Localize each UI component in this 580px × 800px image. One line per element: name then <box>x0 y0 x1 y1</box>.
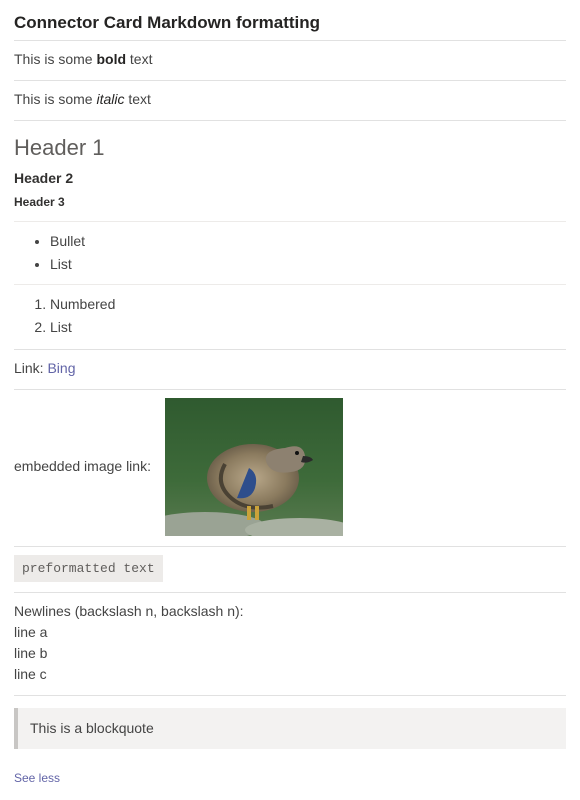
newline-b: line b <box>14 643 566 664</box>
list-item: List <box>50 253 566 276</box>
newlines-heading: Newlines (backslash n, backslash n): <box>14 601 566 622</box>
blockquote-section: This is a blockquote <box>14 696 566 759</box>
header-3: Header 3 <box>14 191 566 213</box>
preformatted-section: preformatted text <box>14 547 566 594</box>
bold-text-section: This is some bold text <box>14 41 566 81</box>
list-item: Bullet <box>50 230 566 253</box>
bold-prefix: This is some <box>14 51 96 67</box>
italic-prefix: This is some <box>14 91 96 107</box>
italic-suffix: text <box>124 91 150 107</box>
italic-word: italic <box>96 91 124 107</box>
see-less-link[interactable]: See less <box>14 769 60 787</box>
duck-icon <box>165 398 343 536</box>
image-section: embedded image link: <box>14 390 566 547</box>
italic-text-section: This is some italic text <box>14 81 566 121</box>
headers-section: Header 1 Header 2 Header 3 Bullet List N… <box>14 121 566 350</box>
newline-c: line c <box>14 664 566 685</box>
blockquote: This is a blockquote <box>14 708 566 749</box>
card-title: Connector Card Markdown formatting <box>14 10 566 41</box>
list-item: List <box>50 316 566 339</box>
bullet-list: Bullet List <box>14 221 566 276</box>
connector-card: Connector Card Markdown formatting This … <box>0 0 580 800</box>
bold-word: bold <box>96 51 126 67</box>
embedded-image <box>165 398 343 536</box>
header-1: Header 1 <box>14 129 566 166</box>
list-item: Numbered <box>50 293 566 316</box>
link-section: Link: Bing <box>14 350 566 390</box>
preformatted-text: preformatted text <box>14 555 163 583</box>
image-label: embedded image link: <box>14 456 151 477</box>
newlines-section: Newlines (backslash n, backslash n): lin… <box>14 593 566 696</box>
link-label: Link: <box>14 360 47 376</box>
numbered-list: Numbered List <box>14 284 566 339</box>
bold-suffix: text <box>126 51 152 67</box>
header-2: Header 2 <box>14 166 566 191</box>
bing-link[interactable]: Bing <box>47 360 75 376</box>
newline-a: line a <box>14 622 566 643</box>
